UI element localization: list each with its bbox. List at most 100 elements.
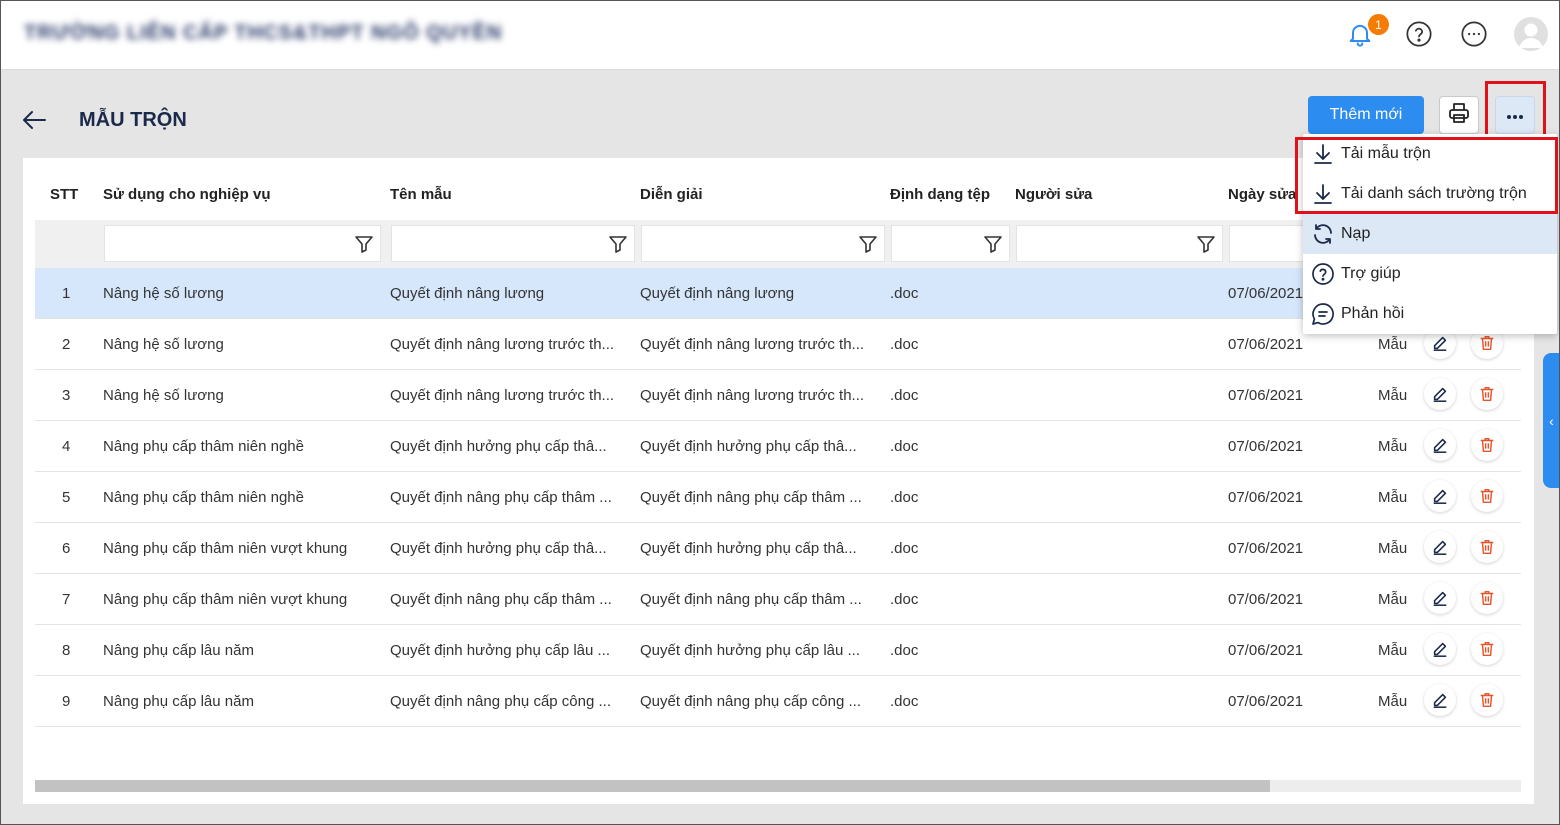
cell-format: .doc xyxy=(890,336,919,353)
add-new-button[interactable]: Thêm mới xyxy=(1308,96,1424,134)
delete-icon[interactable] xyxy=(1471,429,1503,461)
table-row[interactable]: 9 Nâng phụ cấp lâu năm Quyết định nâng phụ… xyxy=(35,676,1521,727)
cell-type: Mẫu xyxy=(1378,642,1408,659)
table-row[interactable]: 6 Nâng phụ cấp thâm niên vượt khung Quyết … xyxy=(35,523,1521,574)
cell-usage: Nâng phụ cấp thâm niên vượt khung xyxy=(103,540,348,557)
menu-item-reload[interactable]: Nạp xyxy=(1303,214,1557,254)
edit-icon[interactable] xyxy=(1424,633,1456,665)
cell-usage: Nâng hệ số lương xyxy=(103,387,224,404)
cell-description: Quyết định nâng phụ cấp thâm ... xyxy=(640,591,862,608)
column-header-description[interactable]: Diễn giải xyxy=(640,186,703,203)
cell-format: .doc xyxy=(890,489,919,506)
school-name: TRƯỜNG LIÊN CẤP THCS&THPT NGÔ QUYỀN xyxy=(24,22,503,44)
help-icon[interactable] xyxy=(1403,18,1435,50)
cell-template-name: Quyết định nâng lương trước th... xyxy=(390,336,615,353)
cell-template-name: Quyết định hưởng phụ cấp thâ... xyxy=(390,540,607,557)
cell-description: Quyết định nâng lương xyxy=(640,285,795,302)
table-row[interactable]: 7 Nâng phụ cấp thâm niên vượt khung Quyết … xyxy=(35,574,1521,625)
printer-icon xyxy=(1447,101,1471,129)
cell-type: Mẫu xyxy=(1378,693,1408,710)
column-header-usage[interactable]: Sử dụng cho nghiệp vụ xyxy=(103,186,271,203)
editor-filter-input[interactable] xyxy=(1016,225,1223,262)
menu-item-help[interactable]: Trợ giúp xyxy=(1303,254,1557,294)
usage-filter-input[interactable] xyxy=(104,225,381,262)
filter-icon[interactable] xyxy=(354,234,374,254)
delete-icon[interactable] xyxy=(1471,633,1503,665)
cell-format: .doc xyxy=(890,387,919,404)
filter-icon[interactable] xyxy=(1196,234,1216,254)
cell-usage: Nâng phụ cấp thâm niên nghề xyxy=(103,438,304,455)
cell-stt: 4 xyxy=(62,438,71,455)
cell-type: Mẫu xyxy=(1378,387,1408,404)
cell-date: 07/06/2021 xyxy=(1228,285,1304,302)
scrollbar-thumb[interactable] xyxy=(35,780,1270,792)
avatar[interactable] xyxy=(1514,17,1548,51)
refresh-icon xyxy=(1311,222,1335,246)
cell-date: 07/06/2021 xyxy=(1228,438,1304,455)
side-panel-toggle[interactable]: ‹ xyxy=(1543,353,1560,488)
name-filter-input[interactable] xyxy=(391,225,635,262)
delete-icon[interactable] xyxy=(1471,531,1503,563)
cell-description: Quyết định nâng lương trước th... xyxy=(640,387,865,404)
column-header-date[interactable]: Ngày sửa xyxy=(1228,186,1296,203)
cell-stt: 7 xyxy=(62,591,71,608)
column-header-editor[interactable]: Người sửa xyxy=(1015,186,1092,203)
cell-template-name: Quyết định nâng lương trước th... xyxy=(390,387,615,404)
table-row[interactable]: 8 Nâng phụ cấp lâu năm Quyết định hưởng ph… xyxy=(35,625,1521,676)
cell-usage: Nâng hệ số lương xyxy=(103,285,224,302)
more-options-icon[interactable] xyxy=(1458,18,1490,50)
table-row[interactable]: 2 Nâng hệ số lương Quyết định nâng lương t… xyxy=(35,319,1521,370)
cell-date: 07/06/2021 xyxy=(1228,540,1304,557)
cell-format: .doc xyxy=(890,540,919,557)
cell-format: .doc xyxy=(890,285,919,302)
cell-template-name: Quyết định nâng phụ cấp công ... xyxy=(390,693,611,710)
cell-template-name: Quyết định nâng phụ cấp thâm ... xyxy=(390,591,612,608)
cell-type: Mẫu xyxy=(1378,540,1408,557)
description-filter-input[interactable] xyxy=(641,225,885,262)
edit-icon[interactable] xyxy=(1424,582,1456,614)
cell-date: 07/06/2021 xyxy=(1228,693,1304,710)
edit-icon[interactable] xyxy=(1424,531,1456,563)
delete-icon[interactable] xyxy=(1471,378,1503,410)
menu-item-feedback[interactable]: Phản hồi xyxy=(1303,294,1557,334)
table-row[interactable]: 5 Nâng phụ cấp thâm niên nghề Quyết định n… xyxy=(35,472,1521,523)
column-header-stt[interactable]: STT xyxy=(50,186,78,203)
column-header-name[interactable]: Tên mẫu xyxy=(390,186,452,203)
cell-stt: 1 xyxy=(62,285,71,302)
top-bar: TRƯỜNG LIÊN CẤP THCS&THPT NGÔ QUYỀN 1 xyxy=(0,0,1560,70)
column-header-format[interactable]: Định dạng tệp xyxy=(890,186,990,203)
delete-icon[interactable] xyxy=(1471,582,1503,614)
table-row[interactable]: 4 Nâng phụ cấp thâm niên nghề Quyết định h… xyxy=(35,421,1521,472)
cell-description: Quyết định nâng phụ cấp thâm ... xyxy=(640,489,862,506)
cell-stt: 2 xyxy=(62,336,71,353)
filter-icon[interactable] xyxy=(983,234,1003,254)
edit-icon[interactable] xyxy=(1424,429,1456,461)
filter-icon[interactable] xyxy=(858,234,878,254)
back-arrow-icon[interactable] xyxy=(20,106,48,134)
cell-date: 07/06/2021 xyxy=(1228,387,1304,404)
delete-icon[interactable] xyxy=(1471,684,1503,716)
date-filter-input[interactable] xyxy=(1229,225,1309,262)
table-row[interactable]: 1 Nâng hệ số lương Quyết định nâng lương Qu… xyxy=(35,268,1521,319)
edit-icon[interactable] xyxy=(1424,480,1456,512)
format-filter-input[interactable] xyxy=(891,225,1010,262)
highlight-box-more-button xyxy=(1485,81,1546,137)
cell-type: Mẫu xyxy=(1378,591,1408,608)
cell-date: 07/06/2021 xyxy=(1228,642,1304,659)
table-row[interactable]: 3 Nâng hệ số lương Quyết định nâng lương t… xyxy=(35,370,1521,421)
cell-date: 07/06/2021 xyxy=(1228,489,1304,506)
filter-row xyxy=(35,220,1521,268)
cell-usage: Nâng phụ cấp lâu năm xyxy=(103,642,254,659)
cell-usage: Nâng phụ cấp lâu năm xyxy=(103,693,254,710)
horizontal-scrollbar[interactable] xyxy=(35,780,1521,792)
cell-template-name: Quyết định hưởng phụ cấp thâ... xyxy=(390,438,607,455)
notification-badge: 1 xyxy=(1368,14,1389,35)
cell-description: Quyết định nâng phụ cấp công ... xyxy=(640,693,861,710)
delete-icon[interactable] xyxy=(1471,480,1503,512)
print-button[interactable] xyxy=(1439,96,1479,134)
cell-format: .doc xyxy=(890,438,919,455)
filter-icon[interactable] xyxy=(608,234,628,254)
cell-stt: 9 xyxy=(62,693,71,710)
edit-icon[interactable] xyxy=(1424,378,1456,410)
edit-icon[interactable] xyxy=(1424,684,1456,716)
